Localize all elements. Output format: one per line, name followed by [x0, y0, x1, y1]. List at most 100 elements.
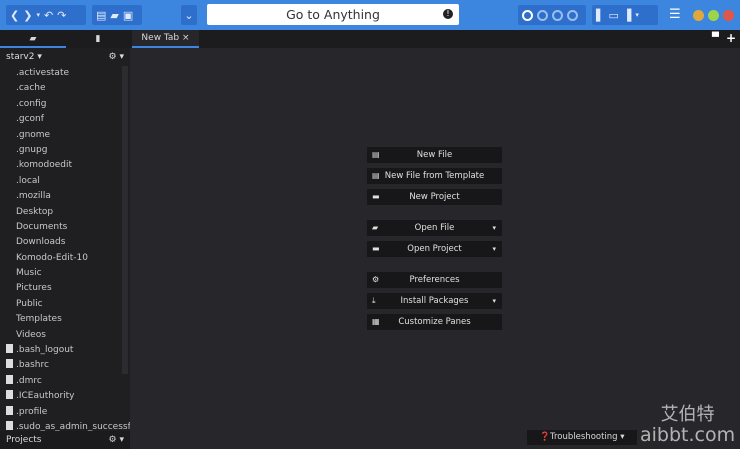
file-icon — [6, 405, 13, 415]
sidebar-header: starv2 ▾ ⚙ ▾ — [0, 48, 130, 66]
save-macro-icon[interactable] — [567, 9, 578, 21]
file-label: .profile — [16, 406, 48, 417]
folder-item[interactable]: Music — [0, 266, 130, 281]
label: New Project — [409, 192, 460, 202]
info-icon[interactable]: ! — [443, 9, 453, 19]
folder-item[interactable]: Documents — [0, 220, 130, 235]
template-icon: ▤ — [372, 171, 380, 180]
menu-icon[interactable]: ☰ — [669, 7, 681, 22]
new-tab-plus-icon[interactable]: + — [726, 31, 736, 45]
macro-group — [518, 5, 586, 25]
folder-item[interactable]: Templates — [0, 312, 130, 327]
folder-item[interactable]: .local — [0, 174, 130, 189]
label: Preferences — [409, 275, 460, 285]
folder-item[interactable]: .config — [0, 97, 130, 112]
projects-label: Projects — [6, 435, 42, 445]
file-label: .dmrc — [16, 375, 42, 386]
close-tab-icon[interactable]: × — [182, 33, 190, 43]
download-icon: ⤓ — [372, 296, 376, 305]
folder-item[interactable]: .gnupg — [0, 143, 130, 158]
new-file-from-template-button[interactable]: ▤ New File from Template — [367, 168, 502, 184]
file-icon — [6, 359, 13, 369]
left-pane-icon[interactable]: ▌ — [596, 9, 604, 22]
file-tree: .activestate .cache .config .gconf .gnome .gn… — [0, 66, 130, 435]
bottom-pane-icon[interactable]: ▭ — [608, 9, 618, 22]
gear-icon[interactable]: ⚙ ▾ — [109, 52, 124, 62]
file-item[interactable]: .bashrc — [0, 358, 130, 373]
record-icon[interactable] — [522, 9, 533, 21]
main-toolbar: ❮ ❯ ▾ ↶ ↷ ▤ ▰ ▣ ⌄ Go to Anything! ▌ ▭ ▐ … — [0, 0, 740, 30]
help-icon: ❓ — [539, 432, 551, 442]
redo-button[interactable]: ↷ — [57, 9, 66, 22]
folder-item[interactable]: .gconf — [0, 112, 130, 127]
chevron-down-icon[interactable]: ▾ — [492, 241, 496, 257]
undo-button[interactable]: ↶ — [44, 9, 53, 22]
customize-panes-button[interactable]: ▦ Customize Panes — [367, 314, 502, 330]
file-icon — [6, 420, 13, 430]
file-item[interactable]: .ICEauthority — [0, 389, 130, 404]
back-button[interactable]: ❮ — [10, 9, 19, 22]
nav-group: ❮ ❯ ▾ ↶ ↷ — [6, 5, 86, 25]
play-icon[interactable] — [552, 9, 563, 21]
grid-icon: ▦ — [372, 317, 380, 326]
tab-bar: ▰ ▮ New Tab × ▀ + — [0, 30, 740, 48]
troubleshooting-button[interactable]: ❓Troubleshooting ▾ — [527, 430, 637, 445]
install-packages-button[interactable]: ⤓ Install Packages ▾ — [367, 293, 502, 309]
new-project-button[interactable]: ▬ New Project — [367, 189, 502, 205]
scrollbar[interactable] — [122, 66, 128, 374]
maximize-button[interactable] — [708, 10, 719, 21]
folder-item[interactable]: Public — [0, 297, 130, 312]
tab-new-tab[interactable]: New Tab × — [132, 30, 199, 48]
open-files-tab[interactable]: ▮ — [66, 30, 130, 48]
folder-icon: ▰ — [29, 34, 37, 44]
folder-item[interactable]: .cache — [0, 81, 130, 96]
folder-item[interactable]: Pictures — [0, 281, 130, 296]
save-icon[interactable]: ▣ — [123, 9, 133, 22]
open-file-button[interactable]: ▰ Open File ▾ — [367, 220, 502, 236]
folder-item[interactable]: .komodoedit — [0, 158, 130, 173]
folder-icon: ▰ — [372, 223, 379, 232]
folder-item[interactable]: .mozilla — [0, 189, 130, 204]
folder-item[interactable]: Videos — [0, 328, 130, 343]
close-button[interactable] — [723, 10, 734, 21]
folder-item[interactable]: Desktop — [0, 205, 130, 220]
file-icon — [6, 374, 13, 384]
label: Troubleshooting — [550, 432, 618, 442]
projects-gear-icon[interactable]: ⚙ ▾ — [109, 435, 124, 445]
folder-item[interactable]: Komodo-Edit-10 — [0, 251, 130, 266]
preferences-button[interactable]: ⚙ Preferences — [367, 272, 502, 288]
chevron-down-icon[interactable]: ▾ — [492, 220, 496, 236]
folder-item[interactable]: .activestate — [0, 66, 130, 81]
tab-label: New Tab — [141, 33, 180, 43]
folder-item[interactable]: .gnome — [0, 128, 130, 143]
minimize-button[interactable] — [693, 10, 704, 21]
file-item[interactable]: .dmrc — [0, 374, 130, 389]
file-icon — [6, 344, 13, 354]
right-pane-icon[interactable]: ▐ — [623, 9, 631, 22]
chevron-down-icon[interactable]: ▾ — [492, 293, 496, 309]
folder-item[interactable]: Downloads — [0, 235, 130, 250]
layout-dropdown[interactable]: ▾ — [635, 11, 639, 19]
stop-icon[interactable] — [537, 9, 548, 21]
gear-icon: ⚙ — [372, 275, 380, 284]
go-to-anything-input[interactable]: Go to Anything! — [207, 4, 459, 25]
file-item[interactable]: .profile — [0, 405, 130, 420]
file-item[interactable]: .bash_logout — [0, 343, 130, 358]
goto-text: Go to Anything — [286, 7, 380, 22]
forward-button[interactable]: ❯ — [23, 9, 32, 22]
project-icon: ▬ — [372, 244, 380, 253]
file-label: .bash_logout — [16, 345, 74, 356]
new-file-icon[interactable]: ▤ — [96, 9, 106, 22]
project-selector[interactable]: starv2 ▾ — [6, 52, 42, 62]
places-tab[interactable]: ▰ — [0, 30, 66, 48]
tab-list-icon[interactable]: ▀ — [712, 33, 719, 43]
projects-pane-header: Projects ⚙ ▾ — [0, 431, 130, 449]
new-file-button[interactable]: ▤ New File — [367, 147, 502, 163]
open-project-button[interactable]: ▬ Open Project ▾ — [367, 241, 502, 257]
label: New File — [416, 150, 453, 160]
watermark-cn: 艾伯特 — [660, 404, 715, 425]
history-dropdown[interactable]: ▾ — [36, 11, 40, 19]
toggle-dropdown-button[interactable]: ⌄ — [181, 5, 197, 25]
file-icon: ▮ — [95, 34, 101, 44]
open-folder-icon[interactable]: ▰ — [110, 9, 118, 22]
